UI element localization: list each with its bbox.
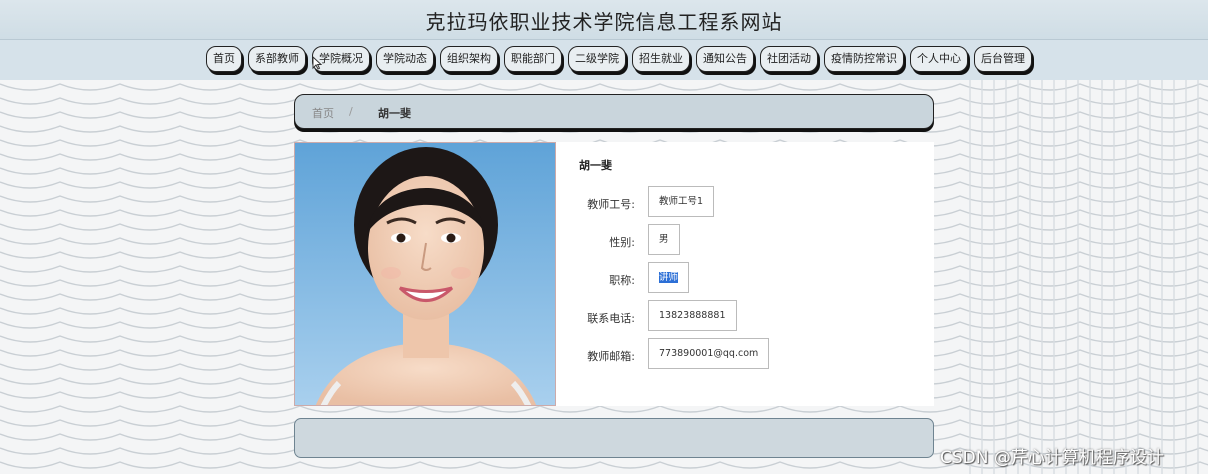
mouse-cursor-icon — [312, 55, 323, 73]
nav-item-teachers[interactable]: 系部教师 — [248, 46, 306, 72]
nav-list: 首页 系部教师 学院概况 学院动态 组织架构 职能部门 二级学院 招生就业 通知… — [206, 46, 1032, 72]
job-title-selected-text: 讲师 — [659, 272, 679, 283]
csdn-watermark: CSDN @芹心计算机程序设计 — [940, 448, 1164, 468]
nav-item-clubs[interactable]: 社团活动 — [760, 46, 818, 72]
nav-item-personal-center[interactable]: 个人中心 — [910, 46, 968, 72]
email-label: 教师邮箱: — [587, 350, 635, 363]
teacher-id-label: 教师工号: — [587, 198, 635, 211]
teacher-photo — [294, 142, 556, 406]
nav-item-notices[interactable]: 通知公告 — [696, 46, 754, 72]
breadcrumb-home-link[interactable]: 首页 — [312, 105, 334, 121]
nav-item-admin[interactable]: 后台管理 — [974, 46, 1032, 72]
nav-item-epidemic-tips[interactable]: 疫情防控常识 — [824, 46, 904, 72]
nav-item-organization[interactable]: 组织架构 — [440, 46, 498, 72]
breadcrumb-current: 胡一斐 — [378, 107, 411, 120]
footer-bar — [294, 418, 934, 458]
job-title-label: 职称: — [609, 274, 635, 287]
breadcrumb: 首页 / 胡一斐 — [294, 94, 934, 129]
nav-item-secondary-colleges[interactable]: 二级学院 — [568, 46, 626, 72]
nav-item-college-news[interactable]: 学院动态 — [376, 46, 434, 72]
nav-item-home[interactable]: 首页 — [206, 46, 242, 72]
teacher-detail-card: 胡一斐 教师工号: 教师工号1 性别: 男 职称: 讲师 联系电话: 13823… — [294, 142, 934, 406]
site-header: 克拉玛依职业技术学院信息工程系网站 — [0, 0, 1208, 40]
gender-value: 男 — [648, 224, 680, 255]
site-title: 克拉玛依职业技术学院信息工程系网站 — [425, 10, 783, 34]
main-nav: 首页 系部教师 学院概况 学院动态 组织架构 职能部门 二级学院 招生就业 通知… — [0, 40, 1208, 80]
email-value: 773890001@qq.com — [648, 338, 770, 369]
teacher-name: 胡一斐 — [579, 159, 612, 172]
teacher-id-value: 教师工号1 — [648, 186, 715, 217]
job-title-value: 讲师 — [648, 262, 690, 293]
phone-label: 联系电话: — [587, 312, 635, 325]
phone-value: 13823888881 — [648, 300, 737, 331]
nav-item-departments[interactable]: 职能部门 — [504, 46, 562, 72]
gender-label: 性别: — [609, 236, 635, 249]
breadcrumb-separator: / — [349, 105, 353, 118]
nav-item-admissions[interactable]: 招生就业 — [632, 46, 690, 72]
